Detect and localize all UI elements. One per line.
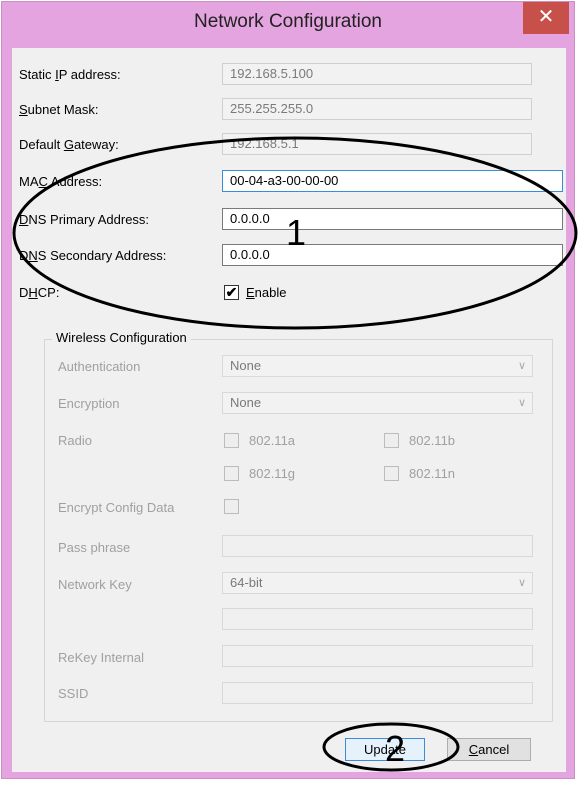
default-gateway-field: 192.168.5.1 [222,133,532,155]
dns-primary-label: DNS Primary Address: [19,212,150,227]
chevron-down-icon: ∨ [517,577,526,589]
static-ip-label: Static IP address: [19,67,121,82]
network-key-input[interactable] [222,608,533,630]
rekey-interval-label: ReKey Internal [58,650,144,665]
mac-address-input[interactable]: 00-04-a3-00-00-00 [222,170,563,192]
subnet-mask-label: Subnet Mask: [19,102,99,117]
ssid-input[interactable] [222,682,533,704]
mac-address-label: MAC Address: [19,174,103,189]
dhcp-enable-label[interactable]: Enable [246,285,286,300]
dialog-client-area: Static IP address: 192.168.5.100 Subnet … [12,48,566,772]
radio-80211g-checkbox[interactable] [224,466,239,481]
radio-80211a-checkbox[interactable] [224,433,239,448]
dns-secondary-input[interactable]: 0.0.0.0 [222,244,563,266]
radio-80211b-checkbox[interactable] [384,433,399,448]
default-gateway-label: Default Gateway: [19,137,119,152]
cancel-button[interactable]: Cancel [447,738,531,761]
dhcp-label: DHCP: [19,285,60,300]
radio-80211n-checkbox[interactable] [384,466,399,481]
chevron-down-icon: ∨ [517,397,526,409]
dns-primary-input[interactable]: 0.0.0.0 [222,208,563,230]
radio-80211a-label: 802.11a [249,433,296,448]
encryption-select[interactable]: None ∨ [222,392,533,414]
ssid-label: SSID [58,686,89,701]
pass-phrase-label: Pass phrase [58,540,131,555]
static-ip-field: 192.168.5.100 [222,63,532,85]
radio-80211g-label: 802.11g [249,466,296,481]
close-button[interactable]: ✕ [523,2,569,34]
radio-label: Radio [58,433,92,448]
encryption-label: Encryption [58,396,120,411]
authentication-select[interactable]: None ∨ [222,355,533,377]
dhcp-enable-checkbox[interactable]: ✔ [224,285,239,300]
annotation-marker-1: 1 [286,212,307,253]
encrypt-config-label: Encrypt Config Data [58,500,175,515]
radio-80211n-label: 802.11n [409,466,456,481]
pass-phrase-input[interactable] [222,535,533,557]
rekey-interval-input[interactable] [222,645,533,667]
network-configuration-window: Network Configuration ✕ Static IP addres… [1,1,575,779]
radio-80211b-label: 802.11b [409,433,456,448]
subnet-mask-field: 255.255.255.0 [222,98,532,120]
network-key-label: Network Key [58,577,132,592]
chevron-down-icon: ∨ [517,360,526,372]
encrypt-config-checkbox[interactable] [224,499,239,514]
network-key-select[interactable]: 64-bit ∨ [222,572,533,594]
close-icon: ✕ [537,6,555,28]
wireless-group-title: Wireless Configuration [52,330,191,345]
annotation-marker-2: 2 [385,728,406,769]
dns-secondary-label: DNS Secondary Address: [19,248,167,263]
window-title: Network Configuration [194,11,382,32]
authentication-label: Authentication [58,359,141,374]
